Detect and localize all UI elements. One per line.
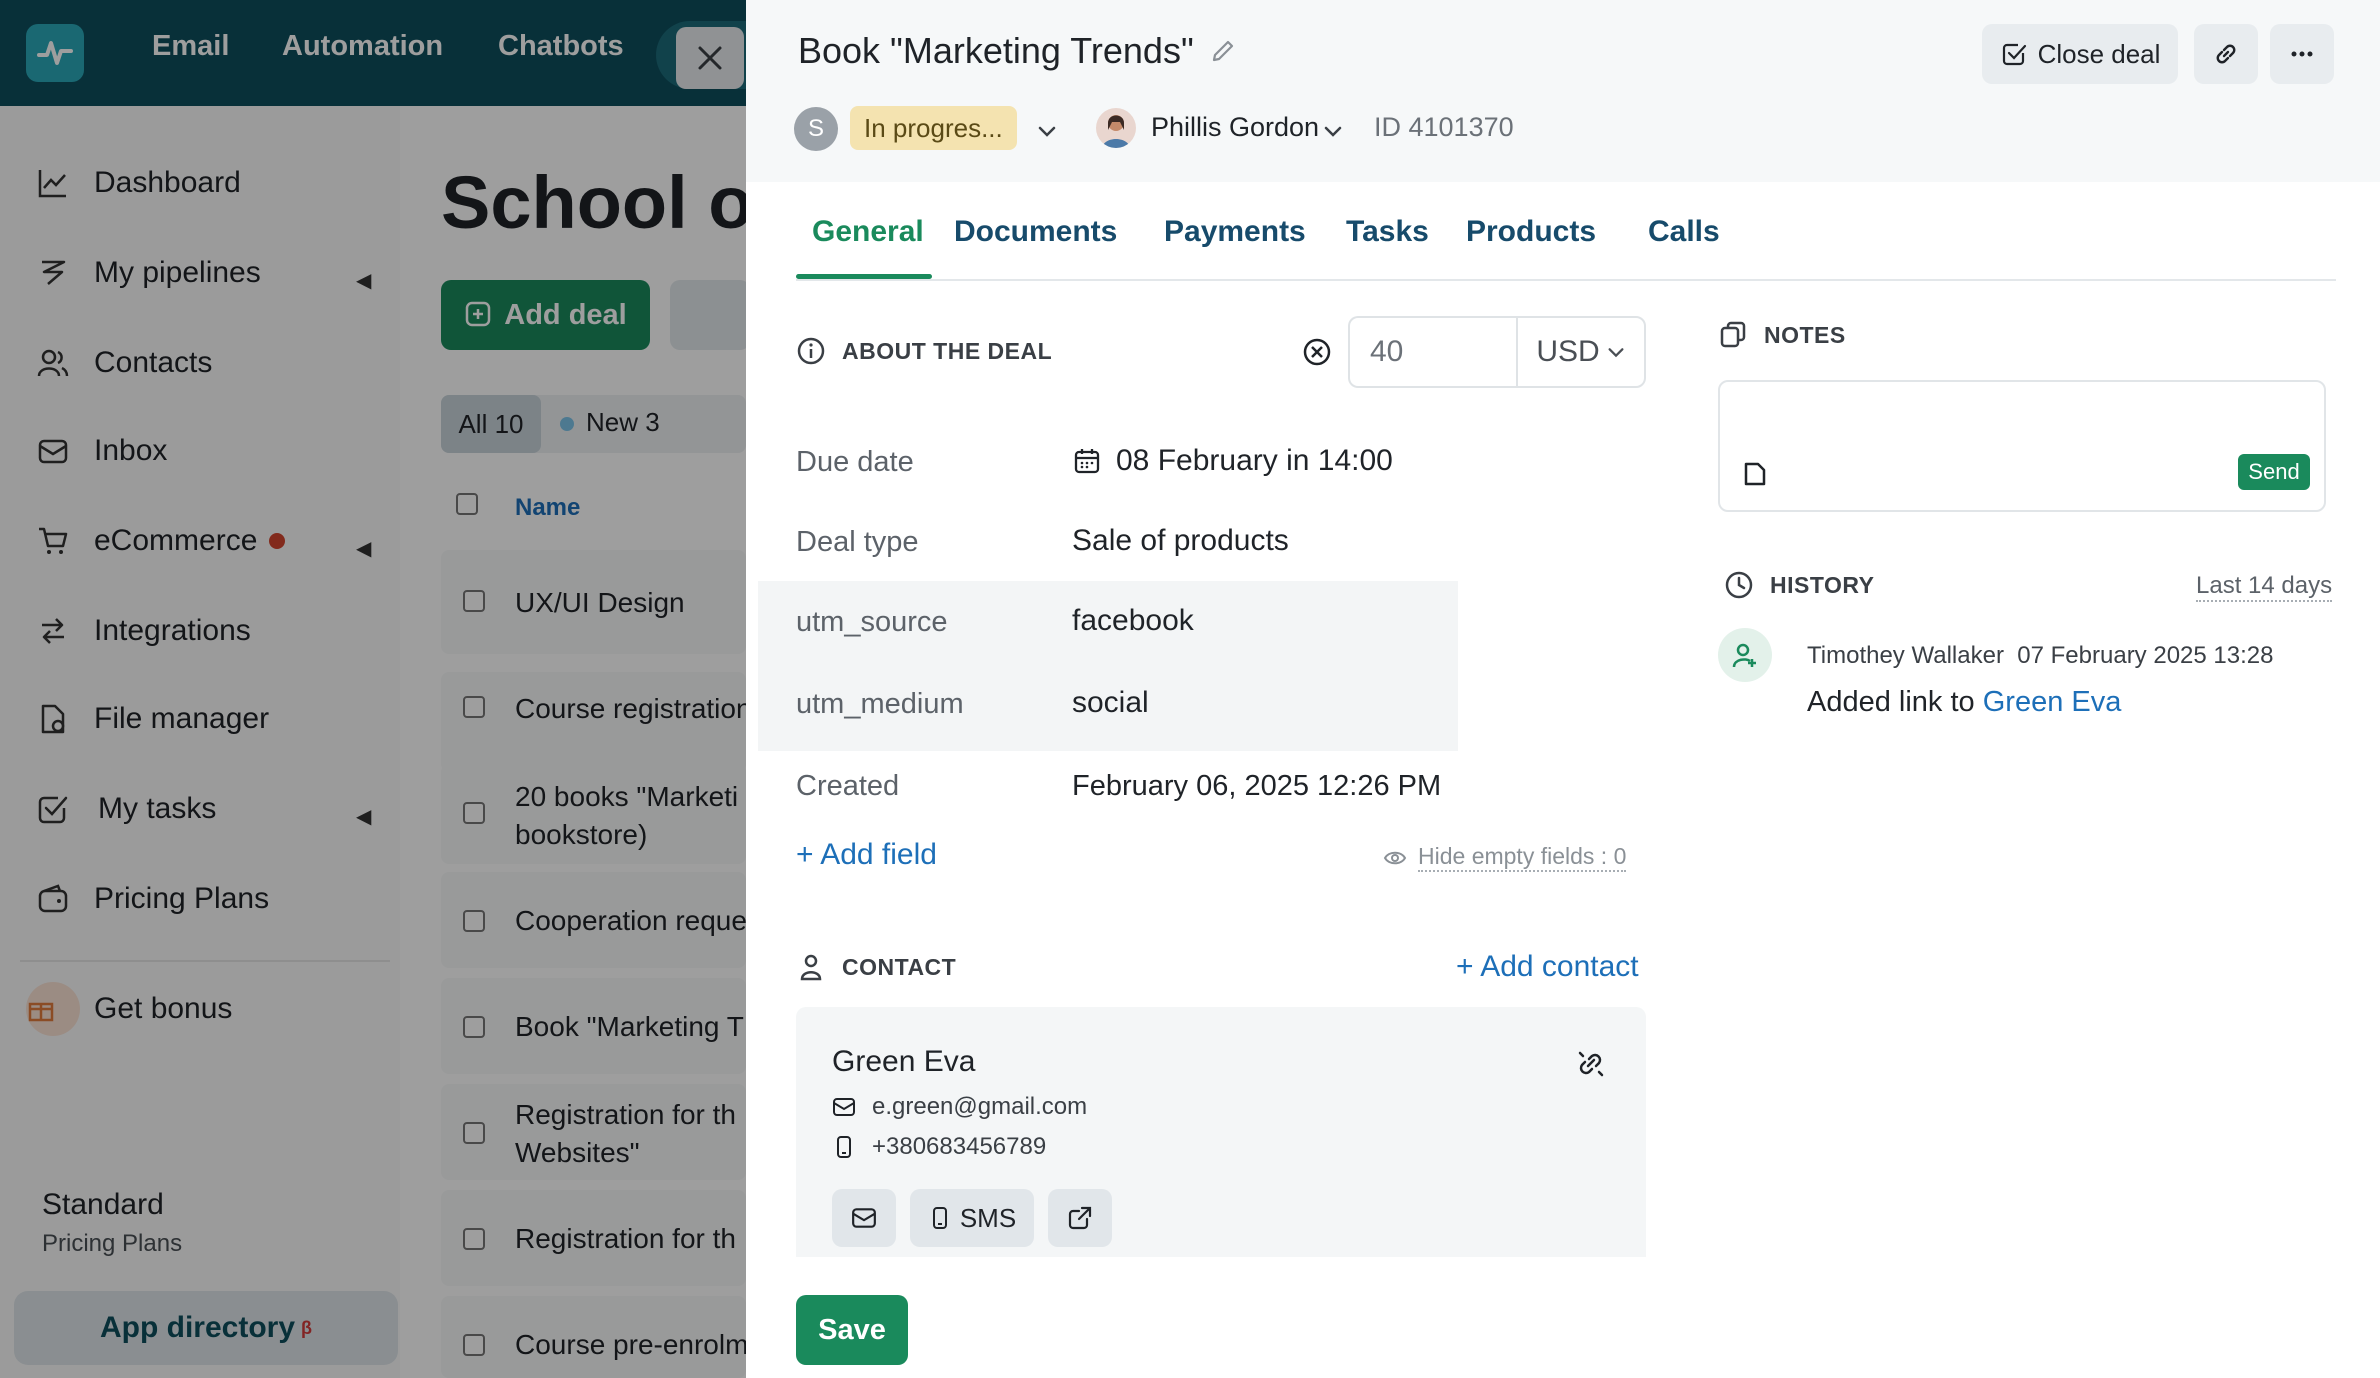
hide-empty-text: Hide empty fields : 0 bbox=[1418, 843, 1627, 872]
modal-overlay[interactable] bbox=[0, 0, 746, 1378]
attach-file-icon[interactable] bbox=[1740, 458, 1770, 488]
close-deal-button[interactable]: Close deal bbox=[1982, 24, 2178, 84]
history-title-text: HISTORY bbox=[1770, 571, 1875, 598]
clear-icon[interactable] bbox=[1302, 337, 1332, 367]
notes-icon bbox=[1720, 321, 1746, 348]
deal-type-value[interactable]: Sale of products bbox=[1072, 524, 1289, 558]
link-icon bbox=[2216, 44, 2236, 64]
currency-select[interactable]: USD bbox=[1516, 316, 1646, 388]
mail-icon bbox=[852, 1208, 876, 1228]
field-label: Deal type bbox=[796, 526, 919, 558]
notes-title-text: NOTES bbox=[1764, 321, 1846, 348]
owner-name[interactable]: Phillis Gordon bbox=[1151, 112, 1319, 143]
info-icon bbox=[797, 337, 825, 365]
contact-phone-row[interactable]: +380683456789 bbox=[832, 1133, 1046, 1161]
more-horizontal-icon bbox=[2291, 51, 2313, 57]
contact-card: Green Eva e.green@gmail.com +38068345678… bbox=[796, 1007, 1646, 1257]
eye-off-icon bbox=[1383, 851, 1407, 864]
history-section-title: HISTORY bbox=[1724, 570, 1874, 600]
external-link-icon bbox=[1068, 1206, 1092, 1230]
tab-tasks[interactable]: Tasks bbox=[1346, 215, 1429, 249]
email-contact-button[interactable] bbox=[832, 1189, 896, 1247]
deal-id: ID 4101370 bbox=[1374, 112, 1514, 142]
tab-general[interactable]: General bbox=[812, 215, 924, 249]
check-square-icon bbox=[2002, 43, 2026, 66]
close-deal-label: Close deal bbox=[2037, 38, 2161, 69]
amount-input[interactable]: 40 bbox=[1348, 316, 1518, 388]
contact-title-text: CONTACT bbox=[842, 953, 957, 980]
person-icon bbox=[800, 954, 822, 981]
deal-title-text: Book "Marketing Trends" bbox=[798, 30, 1194, 71]
tab-calls[interactable]: Calls bbox=[1648, 215, 1720, 249]
utm-medium-value[interactable]: social bbox=[1072, 686, 1149, 720]
add-person-icon bbox=[1718, 628, 1772, 682]
copy-link-button[interactable] bbox=[2194, 24, 2258, 84]
history-entry: Added link to Green Eva bbox=[1807, 686, 2121, 719]
field-label: utm_medium bbox=[796, 688, 964, 720]
chevron-down-icon[interactable] bbox=[1036, 120, 1058, 142]
add-field-link[interactable]: + Add field bbox=[796, 838, 937, 872]
sms-label: SMS bbox=[959, 1202, 1017, 1233]
calendar-icon bbox=[1074, 449, 1100, 474]
field-label: Due date bbox=[796, 446, 914, 478]
field-label: Created bbox=[796, 770, 900, 802]
tab-payments[interactable]: Payments bbox=[1164, 215, 1306, 249]
pencil-icon[interactable] bbox=[1210, 38, 1236, 64]
contact-section-title: CONTACT bbox=[796, 952, 956, 982]
send-note-button[interactable]: Send bbox=[2238, 454, 2310, 490]
avatar bbox=[1096, 108, 1136, 148]
history-date: 07 February 2025 13:28 bbox=[2017, 642, 2274, 669]
chevron-down-icon bbox=[1608, 348, 1624, 358]
deal-title: Book "Marketing Trends" bbox=[798, 30, 1236, 72]
due-date-value[interactable]: 08 February in 14:00 bbox=[1072, 444, 1393, 478]
about-section-title: ABOUT THE DEAL bbox=[796, 336, 1052, 366]
tab-products[interactable]: Products bbox=[1466, 215, 1596, 249]
contact-name[interactable]: Green Eva bbox=[832, 1045, 975, 1079]
deal-panel: Book "Marketing Trends" Close deal S In … bbox=[746, 0, 2380, 1378]
status-avatar: S bbox=[794, 107, 838, 151]
contact-phone: +380683456789 bbox=[872, 1133, 1047, 1160]
hide-empty-toggle[interactable]: Hide empty fields : 0 bbox=[1382, 843, 1627, 872]
history-link[interactable]: Green Eva bbox=[1983, 686, 2122, 718]
tab-active-indicator bbox=[796, 274, 932, 279]
phone-icon bbox=[837, 1136, 851, 1158]
tab-documents[interactable]: Documents bbox=[954, 215, 1117, 249]
mail-icon bbox=[833, 1098, 855, 1116]
sms-contact-button[interactable]: SMS bbox=[910, 1189, 1034, 1247]
field-label: utm_source bbox=[796, 606, 948, 638]
history-meta: Timothey Wallaker 07 February 2025 13:28 bbox=[1807, 642, 2273, 670]
status-badge[interactable]: In progres... bbox=[850, 106, 1017, 150]
utm-source-value[interactable]: facebook bbox=[1072, 604, 1194, 638]
unlink-icon[interactable] bbox=[1574, 1047, 1608, 1081]
contact-email: e.green@gmail.com bbox=[872, 1093, 1088, 1120]
notes-section-title: NOTES bbox=[1718, 320, 1846, 350]
clock-icon bbox=[1725, 571, 1753, 599]
currency-value: USD bbox=[1536, 335, 1600, 368]
open-contact-button[interactable] bbox=[1048, 1189, 1112, 1247]
history-range-select[interactable]: Last 14 days bbox=[2196, 572, 2333, 602]
created-value: February 06, 2025 12:26 PM bbox=[1072, 770, 1442, 802]
contact-email-row[interactable]: e.green@gmail.com bbox=[832, 1093, 1087, 1121]
save-button[interactable]: Save bbox=[796, 1295, 908, 1365]
chevron-down-icon[interactable] bbox=[1322, 120, 1344, 142]
tab-bar: General Documents Payments Tasks Product… bbox=[796, 213, 2336, 281]
phone-icon bbox=[932, 1207, 947, 1229]
add-contact-link[interactable]: + Add contact bbox=[1456, 950, 1639, 984]
history-author: Timothey Wallaker bbox=[1807, 642, 2004, 669]
more-options-button[interactable] bbox=[2270, 24, 2334, 84]
about-title-text: ABOUT THE DEAL bbox=[842, 337, 1053, 364]
due-date-text: 08 February in 14:00 bbox=[1116, 444, 1393, 477]
history-text: Added link to bbox=[1807, 686, 1975, 718]
notes-input[interactable]: Send bbox=[1718, 380, 2326, 512]
